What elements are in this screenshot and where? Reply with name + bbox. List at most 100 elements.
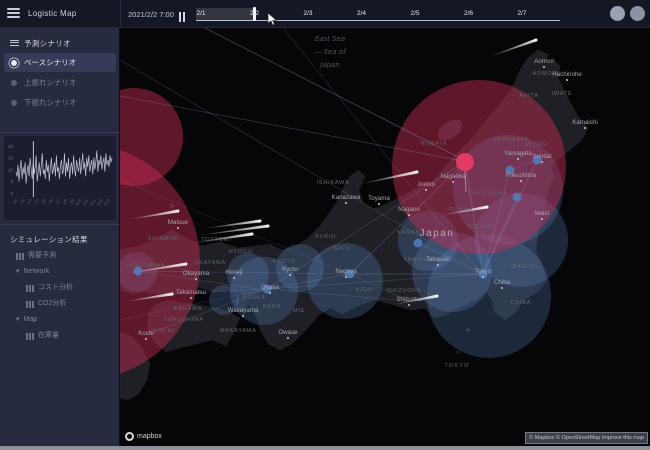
- svg-text:2/14: 2/14: [103, 198, 111, 206]
- prefecture-label: TOKUSHIMA: [164, 317, 204, 323]
- app-title: Logistic Map: [28, 9, 77, 18]
- selected-node-pin[interactable]: [456, 153, 474, 171]
- prefecture-label: SHIZUOKA: [387, 288, 422, 294]
- city-label: Aomori: [534, 58, 554, 65]
- city-label: Kamaishi: [572, 119, 597, 126]
- timeline-track: [196, 20, 560, 21]
- results-item-label: コスト分析: [38, 280, 73, 296]
- forecast-chart-panel: 201510502/12/22/32/42/52/62/72/82/92/102…: [4, 136, 116, 220]
- city-label: Owase: [278, 329, 298, 336]
- pause-button[interactable]: [179, 9, 187, 19]
- user-button[interactable]: [610, 6, 625, 21]
- map-attribution[interactable]: © Mapbox © OpenStreetMap Improve this ma…: [525, 432, 648, 444]
- scenario-option-label: 上振れシナリオ: [24, 78, 77, 87]
- city-label: Matsue: [168, 219, 189, 226]
- prefecture-label: WAKAYAMA: [219, 328, 256, 334]
- prefecture-label: IBARAKI: [510, 264, 537, 270]
- results-item-label: Network: [24, 264, 50, 280]
- svg-text:5: 5: [10, 179, 13, 184]
- results-item-label: Map: [24, 312, 38, 328]
- svg-text:2/3: 2/3: [27, 198, 33, 205]
- demand-circle-red: [120, 88, 183, 186]
- timeline-tick[interactable]: 2/6: [464, 10, 473, 17]
- results-section-header: シミュレーション結果: [10, 234, 88, 245]
- radio-icon: [11, 100, 17, 106]
- chart-icon: [26, 301, 34, 308]
- city-label: Shizuoka: [396, 296, 422, 303]
- mapbox-logo-icon: [125, 432, 134, 441]
- city-label: Hachinohe: [552, 71, 582, 78]
- timeline-tick[interactable]: 2/3: [303, 10, 312, 17]
- sea-label: Japan: [318, 61, 340, 69]
- svg-text:2/11: 2/11: [82, 198, 89, 206]
- scenario-list: ベースシナリオ上振れシナリオ下振れシナリオ: [0, 52, 120, 113]
- topbar-divider: [120, 0, 121, 28]
- prefecture-label: AKITA: [519, 93, 539, 99]
- timeline-tick[interactable]: 2/1: [196, 10, 205, 17]
- chart-icon: [26, 285, 34, 292]
- results-item[interactable]: コスト分析: [0, 280, 120, 296]
- prefecture-label: TOCHIGI: [467, 224, 495, 230]
- forecast-chart: 201510502/12/22/32/42/52/62/72/82/92/102…: [4, 136, 116, 218]
- timeline-tick[interactable]: 2/7: [517, 10, 526, 17]
- svg-text:0: 0: [10, 191, 13, 196]
- results-section-title: シミュレーション結果: [10, 234, 88, 245]
- sidebar-divider: [0, 224, 120, 225]
- city-label: Nagoya: [335, 268, 357, 275]
- results-item[interactable]: 在庫量: [0, 328, 120, 344]
- timeline-tick[interactable]: 2/5: [410, 10, 419, 17]
- results-item-label: 需要予測: [28, 248, 56, 264]
- settings-button[interactable]: [630, 6, 645, 21]
- chart-icon: [26, 333, 34, 340]
- results-item[interactable]: ▾Network: [0, 264, 120, 280]
- map-canvas[interactable]: SHIMANETOTTORIHIROSHIMAOKAYAMAHYOGOKYOTO…: [120, 28, 650, 450]
- city-label: Takasaki: [426, 256, 450, 263]
- results-item[interactable]: ▾ Map: [0, 312, 120, 328]
- radio-icon: [11, 80, 17, 86]
- results-item[interactable]: 需要予測: [0, 248, 120, 264]
- hamburger-icon[interactable]: [7, 8, 20, 20]
- network-node[interactable]: [513, 193, 522, 202]
- sidebar: 予測シナリオ ベースシナリオ上振れシナリオ下振れシナリオ 201510502/1…: [0, 28, 120, 450]
- svg-text:20: 20: [8, 144, 14, 149]
- timeline-handle[interactable]: [253, 7, 256, 21]
- city-label: Himeji: [225, 269, 242, 276]
- flow-streak: [194, 225, 268, 236]
- prefecture-label: GUNMA: [449, 207, 473, 213]
- prefecture-label: SHIMANE: [148, 236, 179, 242]
- prefecture-label: NIIGATA: [421, 141, 448, 147]
- results-list: 需要予測▾Networkコスト分析CO2分析 ▾ Map在庫量: [0, 248, 120, 344]
- results-item[interactable]: CO2分析: [0, 296, 120, 312]
- prefecture-label: MIE: [293, 308, 305, 314]
- scenario-option[interactable]: ベースシナリオ: [4, 53, 116, 72]
- prefecture-label: KYOTO: [272, 259, 295, 265]
- bottom-scrollbar[interactable]: [0, 446, 650, 450]
- timeline-slider[interactable]: 2/12/22/32/42/52/62/7: [196, 0, 560, 28]
- svg-text:2/10: 2/10: [75, 198, 83, 206]
- chart-icon: [16, 253, 24, 260]
- caret-icon: ▾: [16, 312, 20, 328]
- city-label: Fukushima: [506, 172, 537, 179]
- scenario-option[interactable]: 下振れシナリオ: [4, 93, 116, 112]
- prefecture-label: KOCHI: [153, 328, 174, 334]
- scenario-option[interactable]: 上振れシナリオ: [4, 73, 116, 92]
- mapbox-logo-text: mapbox: [137, 433, 162, 440]
- prefecture-label: YAMAGATA: [493, 137, 529, 143]
- results-item-label: CO2分析: [38, 296, 66, 312]
- prefecture-label: MIYAGI: [525, 142, 549, 148]
- timeline-tick[interactable]: 2/4: [357, 10, 366, 17]
- mapbox-logo[interactable]: mapbox: [125, 432, 162, 441]
- list-icon: [10, 40, 19, 48]
- prefecture-label: ISHIKAWA: [317, 180, 350, 186]
- prefecture-label: HYOGO: [229, 249, 253, 255]
- svg-text:2/5: 2/5: [41, 198, 47, 205]
- city-label: Chiba: [494, 279, 511, 286]
- city-label: Takamatsu: [176, 289, 206, 296]
- city-label: Toyama: [368, 195, 390, 202]
- sea-label: East Sea: [315, 35, 345, 43]
- network-node[interactable]: [414, 239, 423, 248]
- city-label: Yamagata: [504, 150, 532, 157]
- country-label: Japan: [420, 228, 455, 239]
- city-label: Osaka: [261, 284, 279, 291]
- svg-text:2/4: 2/4: [34, 198, 40, 205]
